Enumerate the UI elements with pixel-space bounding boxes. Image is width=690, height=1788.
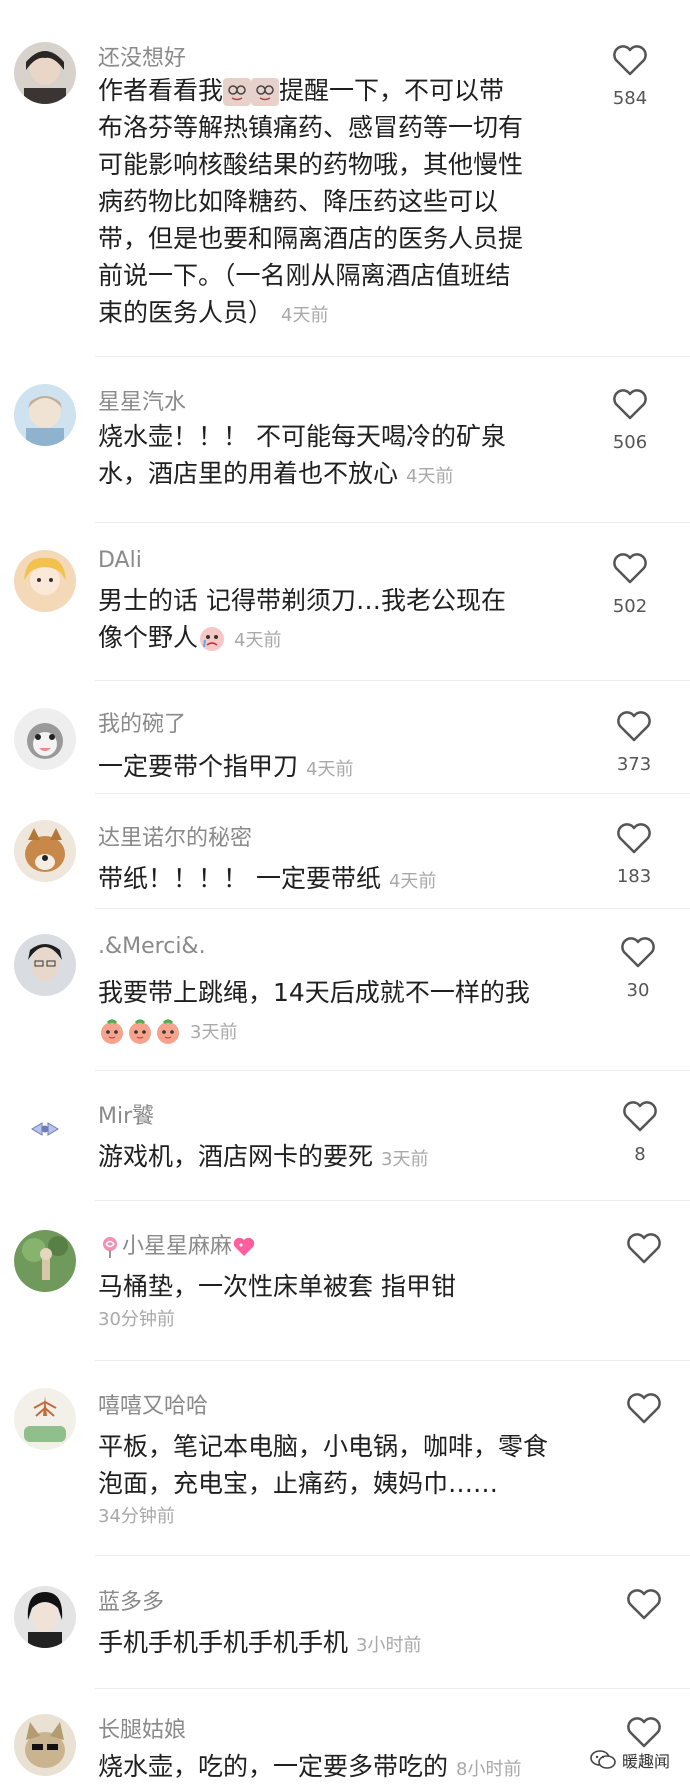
username[interactable]: 还没想好: [98, 40, 186, 72]
comment-text-part: 马桶垫，一次性床单被套 指甲钳: [98, 1272, 456, 1301]
like-count: 373: [616, 754, 652, 775]
avatar[interactable]: [14, 384, 76, 446]
comment-text: 手机手机手机手机手机 3小时前: [98, 1624, 578, 1664]
like-heart-icon[interactable]: [616, 822, 652, 854]
comment-text-part: 手机手机手机手机手机: [98, 1628, 349, 1657]
wechat-icon: [590, 1750, 616, 1769]
timestamp: 3天前: [190, 1022, 238, 1043]
avatar[interactable]: [14, 1586, 76, 1648]
like-count: 30: [626, 980, 650, 1001]
sticker-emoji-icon: [251, 78, 280, 106]
like-heart-icon[interactable]: [626, 1232, 662, 1264]
comment-text: 烧水壶！！！ 不可能每天喝冷的矿泉水，酒店里的用着也不放心 4天前: [98, 418, 528, 495]
divider: [95, 1360, 690, 1361]
avatar[interactable]: [14, 820, 76, 882]
like-heart-icon[interactable]: [626, 1588, 662, 1620]
timestamp: 4天前: [406, 466, 454, 487]
comment-text: 马桶垫，一次性床单被套 指甲钳 30分钟前: [98, 1268, 578, 1335]
comment-text-part: 提醒一下，不可以带布洛芬等解热镇痛药、感冒药等一切有可能影响核酸结果的药物哦，其…: [98, 76, 524, 327]
peach-emoji-icon: [126, 1017, 154, 1045]
like-heart-icon[interactable]: [612, 388, 648, 420]
comment-text: 我要带上跳绳，14天后成就不一样的我 3天前: [98, 974, 578, 1051]
like-heart-icon[interactable]: [626, 1716, 662, 1748]
comment-text: 烧水壶，吃的，一定要多带吃的 8小时前: [98, 1748, 578, 1788]
username[interactable]: 小星星麻麻: [98, 1228, 256, 1260]
like-count: 584: [612, 88, 648, 109]
comment-text: 带纸！！！！ 一定要带纸 4天前: [98, 860, 578, 900]
timestamp: 3天前: [381, 1149, 429, 1170]
comment-text: 一定要带个指甲刀 4天前: [98, 748, 578, 788]
avatar[interactable]: [14, 934, 76, 996]
divider: [95, 680, 690, 681]
avatar[interactable]: [14, 1098, 76, 1160]
timestamp: 8小时前: [456, 1759, 522, 1780]
username-text: 小星星麻麻: [122, 1234, 233, 1259]
like-heart-icon[interactable]: [626, 1392, 662, 1424]
username[interactable]: 星星汽水: [98, 384, 186, 416]
divider: [95, 793, 690, 794]
watermark: 暖趣闻: [590, 1748, 670, 1772]
divider: [95, 522, 690, 523]
sparkle-heart-icon: [232, 1235, 256, 1259]
comment-text-part: 男士的话 记得带剃须刀…我老公现在像个野人: [98, 586, 506, 652]
timestamp: 4天前: [388, 871, 437, 892]
comment-text-part: 一定要带个指甲刀: [98, 752, 299, 781]
watermark-text: 暖趣闻: [621, 1752, 670, 1771]
avatar[interactable]: [14, 708, 76, 770]
avatar[interactable]: [14, 42, 76, 104]
avatar[interactable]: [14, 1714, 76, 1776]
divider: [95, 1688, 690, 1689]
comment-text-part: 烧水壶，吃的，一定要多带吃的: [98, 1752, 449, 1781]
like-heart-icon[interactable]: [612, 552, 648, 584]
comment-text-part: 平板，笔记本电脑，小电锅，咖啡，零食泡面，充电宝，止痛药，姨妈巾……: [98, 1432, 549, 1498]
sticker-emoji-icon: [223, 78, 252, 106]
username[interactable]: .&Merci&.: [98, 934, 206, 959]
comment-text-part: 我要带上跳绳，14天后成就不一样的我: [98, 978, 530, 1007]
timestamp: 4天前: [281, 305, 329, 326]
timestamp: 3小时前: [356, 1635, 422, 1656]
timestamp: 34分钟前: [98, 1506, 175, 1527]
divider: [95, 908, 690, 909]
username[interactable]: 达里诺尔的秘密: [98, 820, 252, 852]
timestamp: 4天前: [306, 759, 354, 780]
peach-emoji-icon: [154, 1017, 182, 1045]
timestamp: 30分钟前: [98, 1309, 175, 1330]
comment-text: 平板，笔记本电脑，小电锅，咖啡，零食泡面，充电宝，止痛药，姨妈巾…… 34分钟前: [98, 1428, 568, 1532]
comment-text: 男士的话 记得带剃须刀…我老公现在像个野人 4天前: [98, 582, 528, 659]
like-count: 8: [634, 1144, 646, 1165]
divider: [95, 1555, 690, 1556]
like-heart-icon[interactable]: [622, 1100, 658, 1132]
divider: [95, 1070, 690, 1071]
divider: [95, 1200, 690, 1201]
divider: [95, 356, 690, 357]
like-heart-icon[interactable]: [616, 710, 652, 742]
username[interactable]: 嘻嘻又哈哈: [98, 1388, 208, 1420]
crying-emoji-icon: [198, 625, 226, 653]
comment-text-part: 带纸！！！！ 一定要带纸: [98, 864, 381, 893]
avatar[interactable]: [14, 1230, 76, 1292]
comment-text-part: 游戏机，酒店网卡的要死: [98, 1142, 374, 1171]
comment-text: 游戏机，酒店网卡的要死 3天前: [98, 1138, 578, 1178]
like-count: 506: [612, 432, 648, 453]
like-heart-icon[interactable]: [612, 44, 648, 76]
like-count: 183: [616, 866, 652, 887]
avatar[interactable]: [14, 550, 76, 612]
username[interactable]: DAli: [98, 548, 142, 573]
lollipop-icon: [98, 1235, 122, 1259]
username[interactable]: 长腿姑娘: [98, 1712, 186, 1744]
comment-text: 作者看看我 提醒一下，不可以带布洛芬等解热镇痛药、感冒药等一切有可能影响核酸结果的…: [98, 72, 528, 334]
username[interactable]: Mir饕: [98, 1098, 154, 1130]
like-heart-icon[interactable]: [620, 936, 656, 968]
username[interactable]: 蓝多多: [98, 1584, 164, 1616]
peach-emoji-icon: [98, 1017, 126, 1045]
comment-text-part: 作者看看我: [98, 76, 224, 105]
like-count: 502: [612, 596, 648, 617]
avatar[interactable]: [14, 1388, 76, 1450]
timestamp: 4天前: [234, 630, 282, 651]
username[interactable]: 我的碗了: [98, 706, 186, 738]
